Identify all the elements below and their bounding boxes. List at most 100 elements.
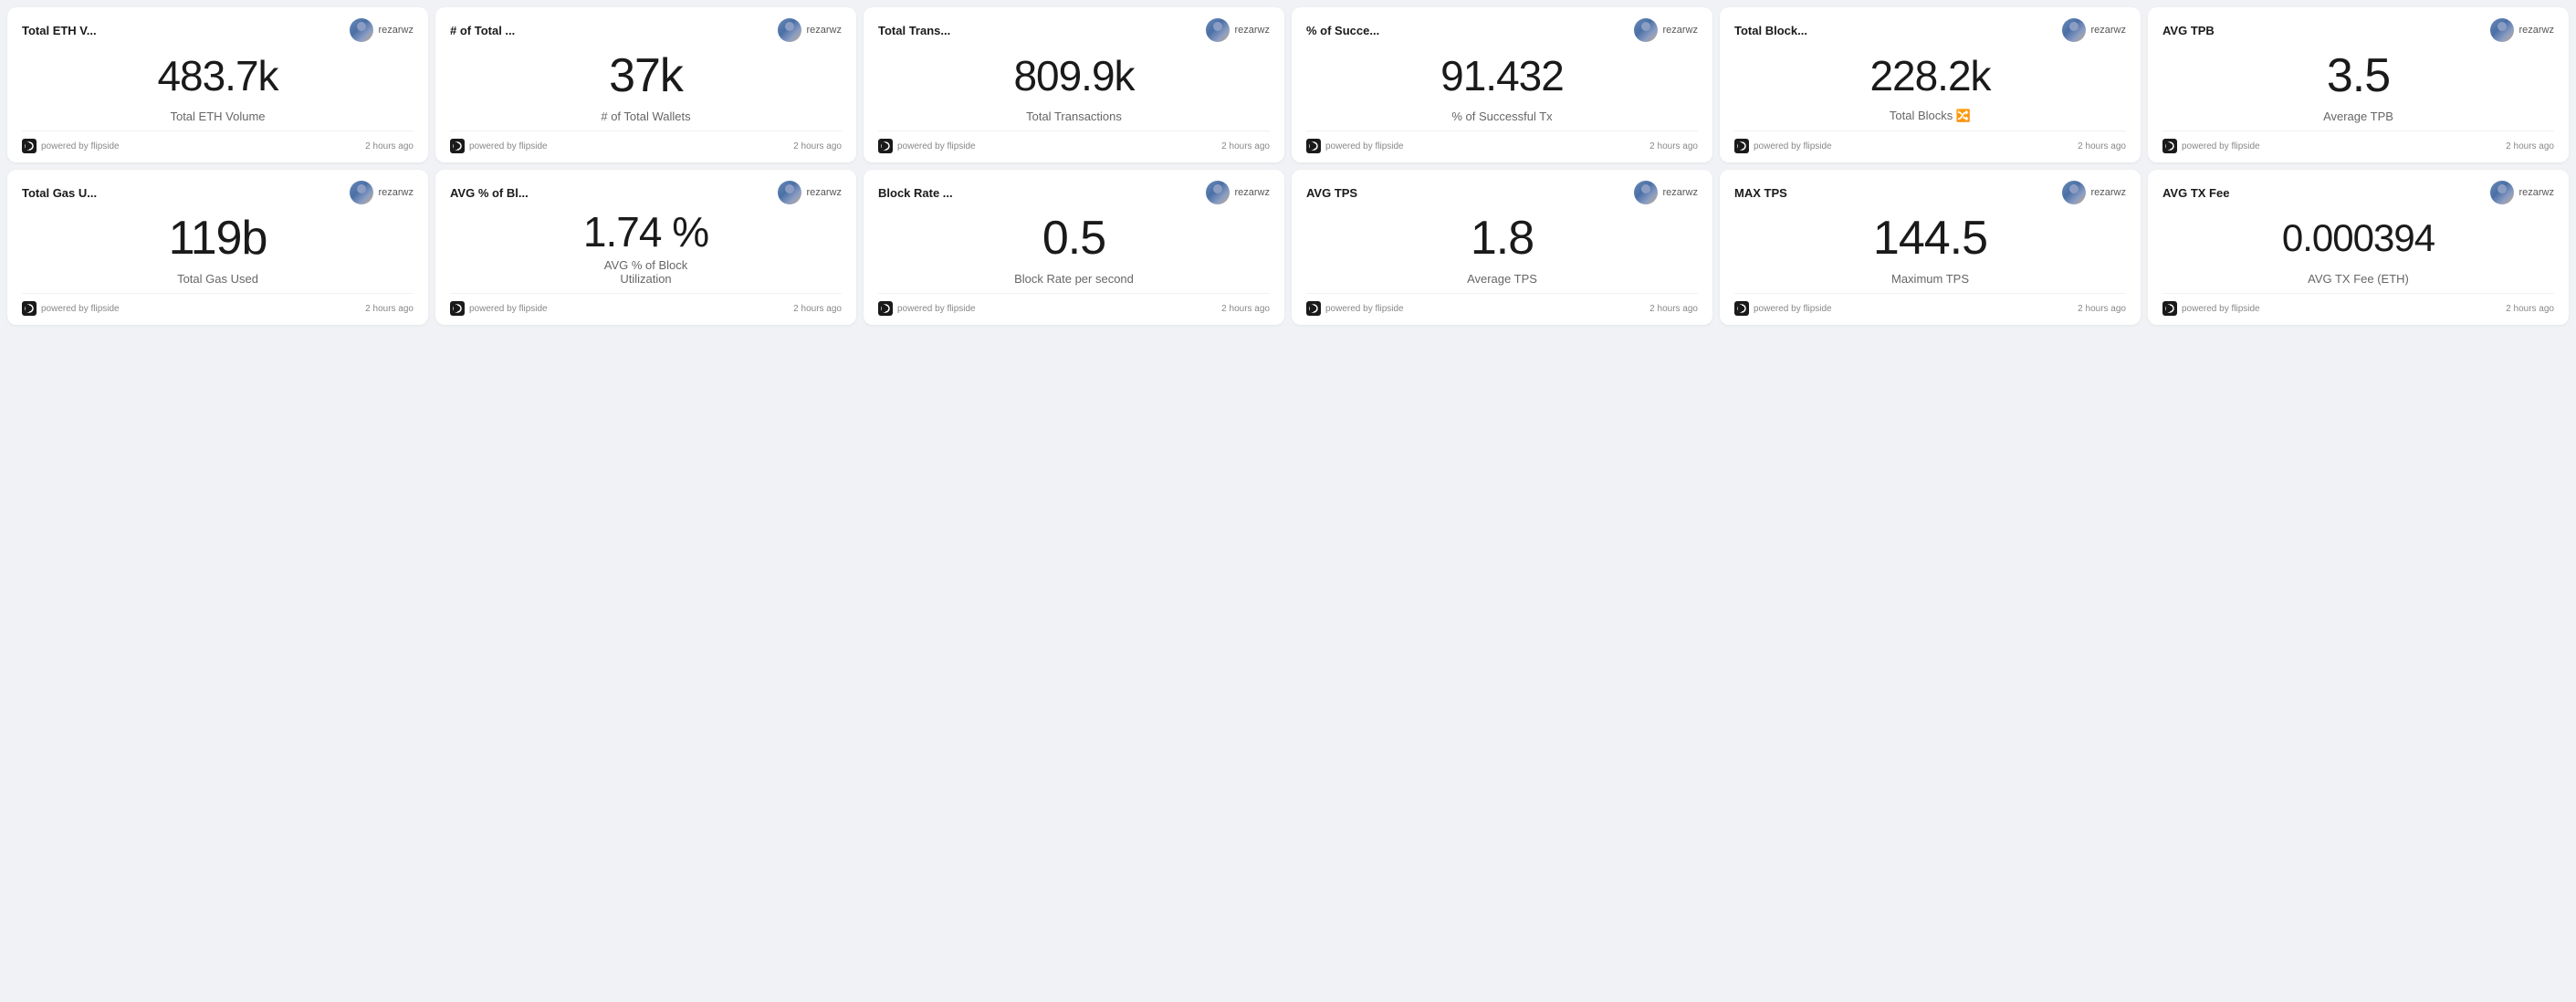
metric-label: AVG % of BlockUtilization [450, 258, 842, 286]
metric-card-card-5[interactable]: Total Block... rezarwz 228.2k Total Bloc… [1720, 7, 2141, 162]
powered-by-text: powered by flipside [2182, 304, 2260, 314]
powered-by-text: powered by flipside [1325, 304, 1404, 314]
metric-value: 0.000394 [2282, 219, 2435, 257]
author-name: rezarwz [378, 25, 414, 36]
flipside-logo [1306, 139, 1321, 153]
metric-card-card-9[interactable]: Block Rate ... rezarwz 0.5 Block Rate pe… [864, 170, 1284, 325]
card-value-container: 1.74 % [450, 208, 842, 255]
avatar [2490, 181, 2514, 204]
metric-card-card-6[interactable]: AVG TPB rezarwz 3.5 Average TPB powered … [2148, 7, 2569, 162]
card-author: rezarwz [1634, 18, 1698, 42]
powered-by-text: powered by flipside [41, 304, 120, 314]
time-ago: 2 hours ago [365, 141, 414, 151]
time-ago: 2 hours ago [2506, 141, 2554, 151]
card-value-container: 3.5 [2162, 46, 2554, 106]
powered-by-text: powered by flipside [469, 304, 548, 314]
card-value-container: 809.9k [878, 46, 1270, 106]
time-ago: 2 hours ago [793, 304, 842, 314]
card-footer: powered by flipside 2 hours ago [878, 293, 1270, 316]
powered-by: powered by flipside [1306, 139, 1404, 153]
time-ago: 2 hours ago [1649, 141, 1698, 151]
card-title: AVG TPB [2162, 24, 2215, 37]
flipside-logo [878, 139, 893, 153]
card-title: Block Rate ... [878, 186, 953, 200]
powered-by: powered by flipside [2162, 139, 2260, 153]
metric-card-card-12[interactable]: AVG TX Fee rezarwz 0.000394 AVG TX Fee (… [2148, 170, 2569, 325]
metric-card-card-11[interactable]: MAX TPS rezarwz 144.5 Maximum TPS powere… [1720, 170, 2141, 325]
card-header: AVG % of Bl... rezarwz [450, 181, 842, 204]
metric-card-card-4[interactable]: % of Succe... rezarwz 91.432 % of Succes… [1292, 7, 1712, 162]
avatar [350, 18, 373, 42]
metric-card-card-8[interactable]: AVG % of Bl... rezarwz 1.74 % AVG % of B… [435, 170, 856, 325]
author-name: rezarwz [1234, 25, 1270, 36]
card-value-container: 0.5 [878, 208, 1270, 268]
author-name: rezarwz [806, 187, 842, 198]
avatar [1634, 181, 1658, 204]
metric-card-card-1[interactable]: Total ETH V... rezarwz 483.7k Total ETH … [7, 7, 428, 162]
metric-value: 1.8 [1471, 214, 1534, 262]
powered-by: powered by flipside [1306, 301, 1404, 316]
metric-card-card-10[interactable]: AVG TPS rezarwz 1.8 Average TPS powered … [1292, 170, 1712, 325]
card-footer: powered by flipside 2 hours ago [878, 130, 1270, 153]
card-title: # of Total ... [450, 24, 515, 37]
powered-by-text: powered by flipside [41, 141, 120, 151]
powered-by: powered by flipside [22, 301, 120, 316]
time-ago: 2 hours ago [1221, 141, 1270, 151]
avatar [350, 181, 373, 204]
flipside-logo [878, 301, 893, 316]
card-footer: powered by flipside 2 hours ago [450, 130, 842, 153]
metric-label: Maximum TPS [1734, 272, 2126, 286]
card-footer: powered by flipside 2 hours ago [1734, 130, 2126, 153]
time-ago: 2 hours ago [2078, 141, 2126, 151]
avatar [778, 181, 801, 204]
metric-label: Average TPS [1306, 272, 1698, 286]
author-name: rezarwz [1662, 25, 1698, 36]
card-header: AVG TX Fee rezarwz [2162, 181, 2554, 204]
metric-card-card-2[interactable]: # of Total ... rezarwz 37k # of Total Wa… [435, 7, 856, 162]
avatar [1634, 18, 1658, 42]
card-value-container: 37k [450, 46, 842, 106]
author-name: rezarwz [1234, 187, 1270, 198]
card-author: rezarwz [2490, 181, 2554, 204]
card-author: rezarwz [778, 18, 842, 42]
flipside-logo [1306, 301, 1321, 316]
card-author: rezarwz [1634, 181, 1698, 204]
time-ago: 2 hours ago [793, 141, 842, 151]
author-name: rezarwz [2518, 25, 2554, 36]
card-title: Total ETH V... [22, 24, 97, 37]
avatar [778, 18, 801, 42]
metric-value: 37k [609, 52, 683, 99]
author-name: rezarwz [2518, 187, 2554, 198]
card-header: MAX TPS rezarwz [1734, 181, 2126, 204]
card-value-container: 91.432 [1306, 46, 1698, 106]
powered-by: powered by flipside [22, 139, 120, 153]
card-footer: powered by flipside 2 hours ago [450, 293, 842, 316]
card-value-container: 0.000394 [2162, 208, 2554, 268]
metrics-grid: Total ETH V... rezarwz 483.7k Total ETH … [7, 7, 2569, 325]
avatar [1206, 181, 1230, 204]
card-header: Total Block... rezarwz [1734, 18, 2126, 42]
metric-card-card-3[interactable]: Total Trans... rezarwz 809.9k Total Tran… [864, 7, 1284, 162]
card-value-container: 228.2k [1734, 46, 2126, 105]
powered-by-text: powered by flipside [2182, 141, 2260, 151]
card-author: rezarwz [350, 18, 414, 42]
metric-label: # of Total Wallets [450, 110, 842, 123]
powered-by: powered by flipside [1734, 139, 1832, 153]
card-author: rezarwz [1206, 181, 1270, 204]
time-ago: 2 hours ago [2506, 304, 2554, 314]
metric-label: % of Successful Tx [1306, 110, 1698, 123]
flipside-logo [22, 139, 37, 153]
card-footer: powered by flipside 2 hours ago [1306, 130, 1698, 153]
card-author: rezarwz [2490, 18, 2554, 42]
flipside-logo [22, 301, 37, 316]
card-header: AVG TPS rezarwz [1306, 181, 1698, 204]
card-footer: powered by flipside 2 hours ago [22, 130, 414, 153]
powered-by-text: powered by flipside [1754, 141, 1832, 151]
metric-card-card-7[interactable]: Total Gas U... rezarwz 119b Total Gas Us… [7, 170, 428, 325]
metric-value: 119b [169, 214, 267, 262]
card-footer: powered by flipside 2 hours ago [1734, 293, 2126, 316]
flipside-logo [450, 301, 465, 316]
card-value-container: 119b [22, 208, 414, 268]
time-ago: 2 hours ago [2078, 304, 2126, 314]
powered-by: powered by flipside [450, 301, 548, 316]
